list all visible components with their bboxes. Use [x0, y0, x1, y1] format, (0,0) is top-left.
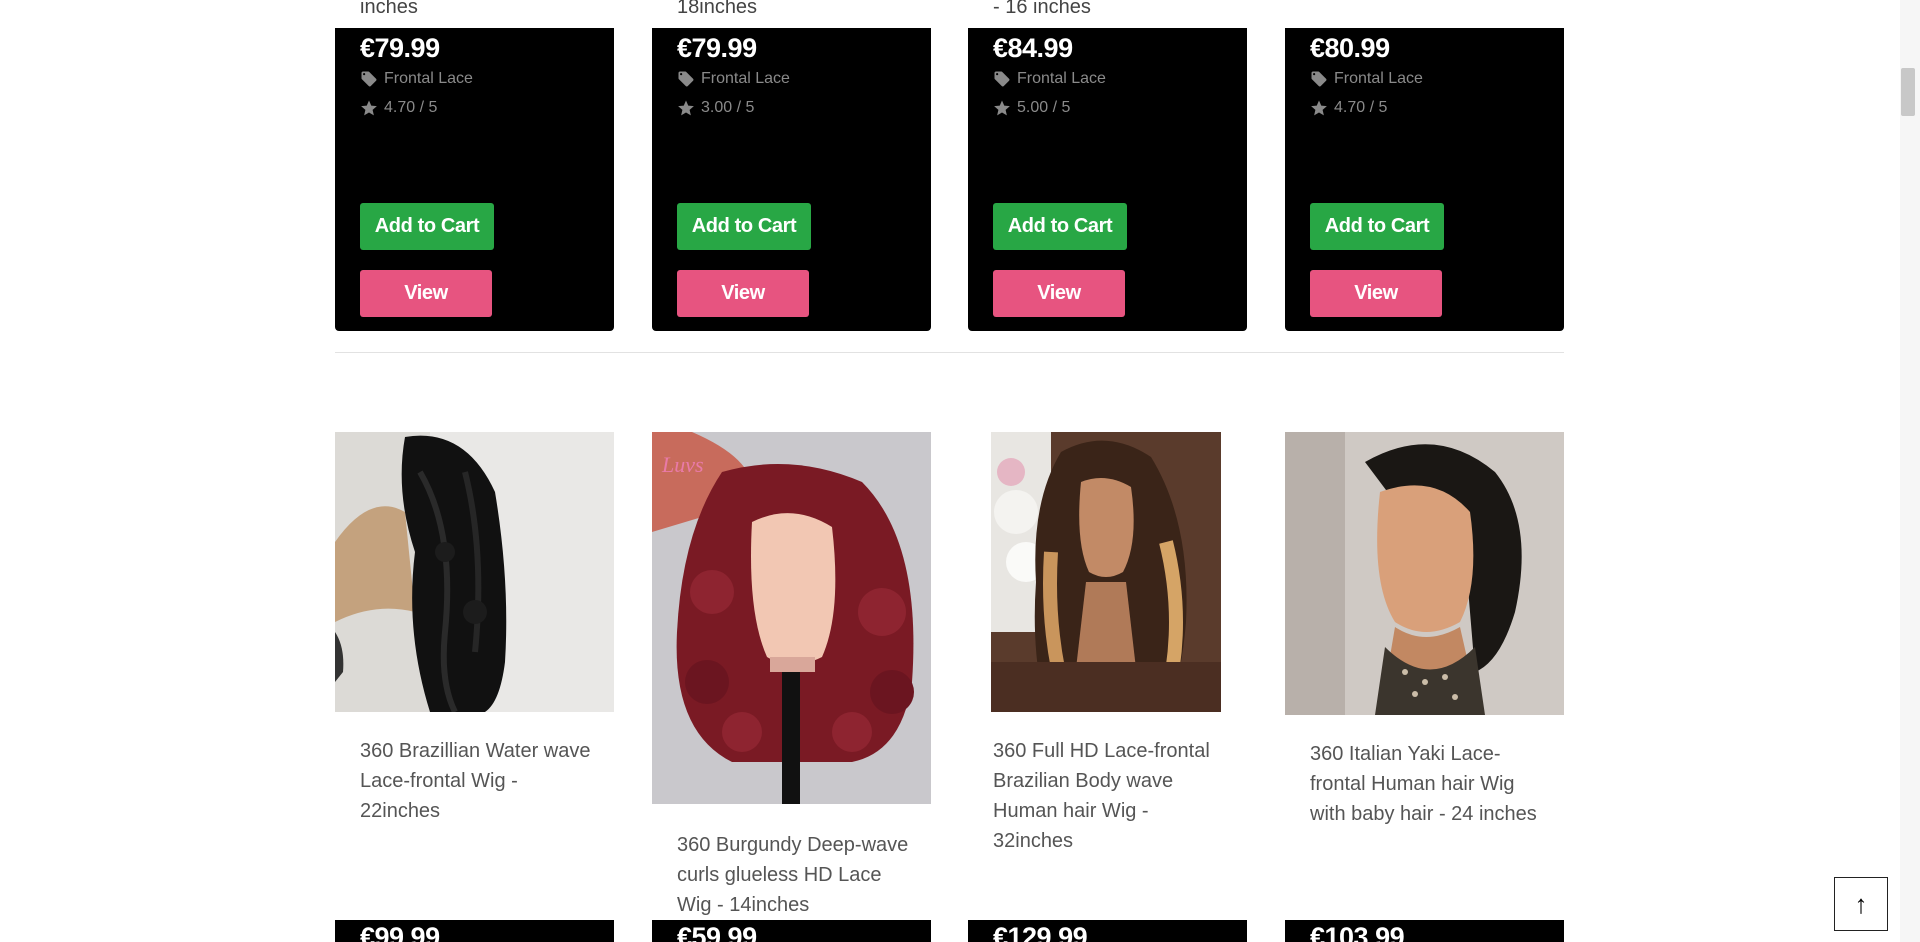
product-rating: 4.70 / 5	[360, 99, 437, 117]
category-label: Frontal Lace	[1017, 70, 1106, 87]
tag-icon	[994, 71, 1010, 87]
product-title[interactable]: 360 Italian Yaki Lace-frontal Human hair…	[1310, 739, 1550, 829]
product-info-panel: €129.99	[968, 920, 1247, 942]
rating-label: 4.70 / 5	[1334, 99, 1388, 116]
product-info-panel: €84.99 Frontal Lace 5.00 / 5 Add to Cart…	[968, 28, 1247, 331]
add-to-cart-button[interactable]: Add to Cart	[1310, 203, 1444, 250]
product-price: €80.99	[1310, 33, 1390, 63]
rating-label: 3.00 / 5	[701, 99, 755, 116]
product-title[interactable]: 360 Brazillian Water wave Lace-frontal W…	[360, 736, 600, 826]
product-info-panel: €99.99	[335, 920, 614, 942]
view-button[interactable]: View	[1310, 270, 1442, 317]
product-title[interactable]: 360 Burgundy Deep-wave curls glueless HD…	[677, 830, 917, 920]
category-label: Frontal Lace	[384, 70, 473, 87]
tag-icon	[1311, 71, 1327, 87]
product-rating: 4.70 / 5	[1310, 99, 1387, 117]
rating-label: 4.70 / 5	[384, 99, 438, 116]
arrow-up-icon: ↑	[1854, 888, 1868, 919]
product-price: €129.99	[993, 922, 1088, 942]
product-info-panel: €79.99 Frontal Lace 4.70 / 5 Add to Cart…	[335, 28, 614, 331]
rating-label: 5.00 / 5	[1017, 99, 1071, 116]
product-category: Frontal Lace	[677, 70, 790, 88]
scrollbar-track[interactable]	[1900, 0, 1920, 942]
product-category: Frontal Lace	[360, 70, 473, 88]
view-button[interactable]: View	[993, 270, 1125, 317]
product-image[interactable]	[335, 432, 614, 712]
add-to-cart-button[interactable]: Add to Cart	[993, 203, 1127, 250]
product-title-fragment[interactable]: inches	[360, 0, 418, 19]
product-image[interactable]: Luvs	[652, 432, 931, 804]
tag-icon	[361, 71, 377, 87]
product-price: €79.99	[360, 33, 440, 63]
add-to-cart-button[interactable]: Add to Cart	[677, 203, 811, 250]
section-divider	[335, 352, 1564, 353]
product-price: €99.99	[360, 922, 440, 942]
product-category: Frontal Lace	[1310, 70, 1423, 88]
product-image[interactable]	[991, 432, 1221, 712]
view-button[interactable]: View	[677, 270, 809, 317]
scrollbar-thumb[interactable]	[1901, 68, 1915, 116]
product-price: €84.99	[993, 33, 1073, 63]
product-price: €79.99	[677, 33, 757, 63]
star-icon	[994, 100, 1010, 116]
product-title-fragment[interactable]: - 16 inches	[993, 0, 1091, 19]
luvs-watermark: Luvs	[661, 452, 704, 477]
product-rating: 3.00 / 5	[677, 99, 754, 117]
category-label: Frontal Lace	[1334, 70, 1423, 87]
product-image[interactable]	[1285, 432, 1564, 715]
star-icon	[1311, 100, 1327, 116]
product-title-fragment[interactable]: 18inches	[677, 0, 757, 19]
tag-icon	[678, 71, 694, 87]
product-rating: 5.00 / 5	[993, 99, 1070, 117]
product-title[interactable]: 360 Full HD Lace-frontal Brazilian Body …	[993, 736, 1223, 856]
category-label: Frontal Lace	[701, 70, 790, 87]
product-price: €59.99	[677, 922, 757, 942]
product-price: €103.99	[1310, 922, 1405, 942]
view-button[interactable]: View	[360, 270, 492, 317]
product-info-panel: €59.99	[652, 920, 931, 942]
star-icon	[678, 100, 694, 116]
star-icon	[361, 100, 377, 116]
add-to-cart-button[interactable]: Add to Cart	[360, 203, 494, 250]
product-info-panel: €80.99 Frontal Lace 4.70 / 5 Add to Cart…	[1285, 28, 1564, 331]
product-category: Frontal Lace	[993, 70, 1106, 88]
product-info-panel: €103.99	[1285, 920, 1564, 942]
product-info-panel: €79.99 Frontal Lace 3.00 / 5 Add to Cart…	[652, 28, 931, 331]
scroll-to-top-button[interactable]: ↑	[1834, 877, 1888, 931]
